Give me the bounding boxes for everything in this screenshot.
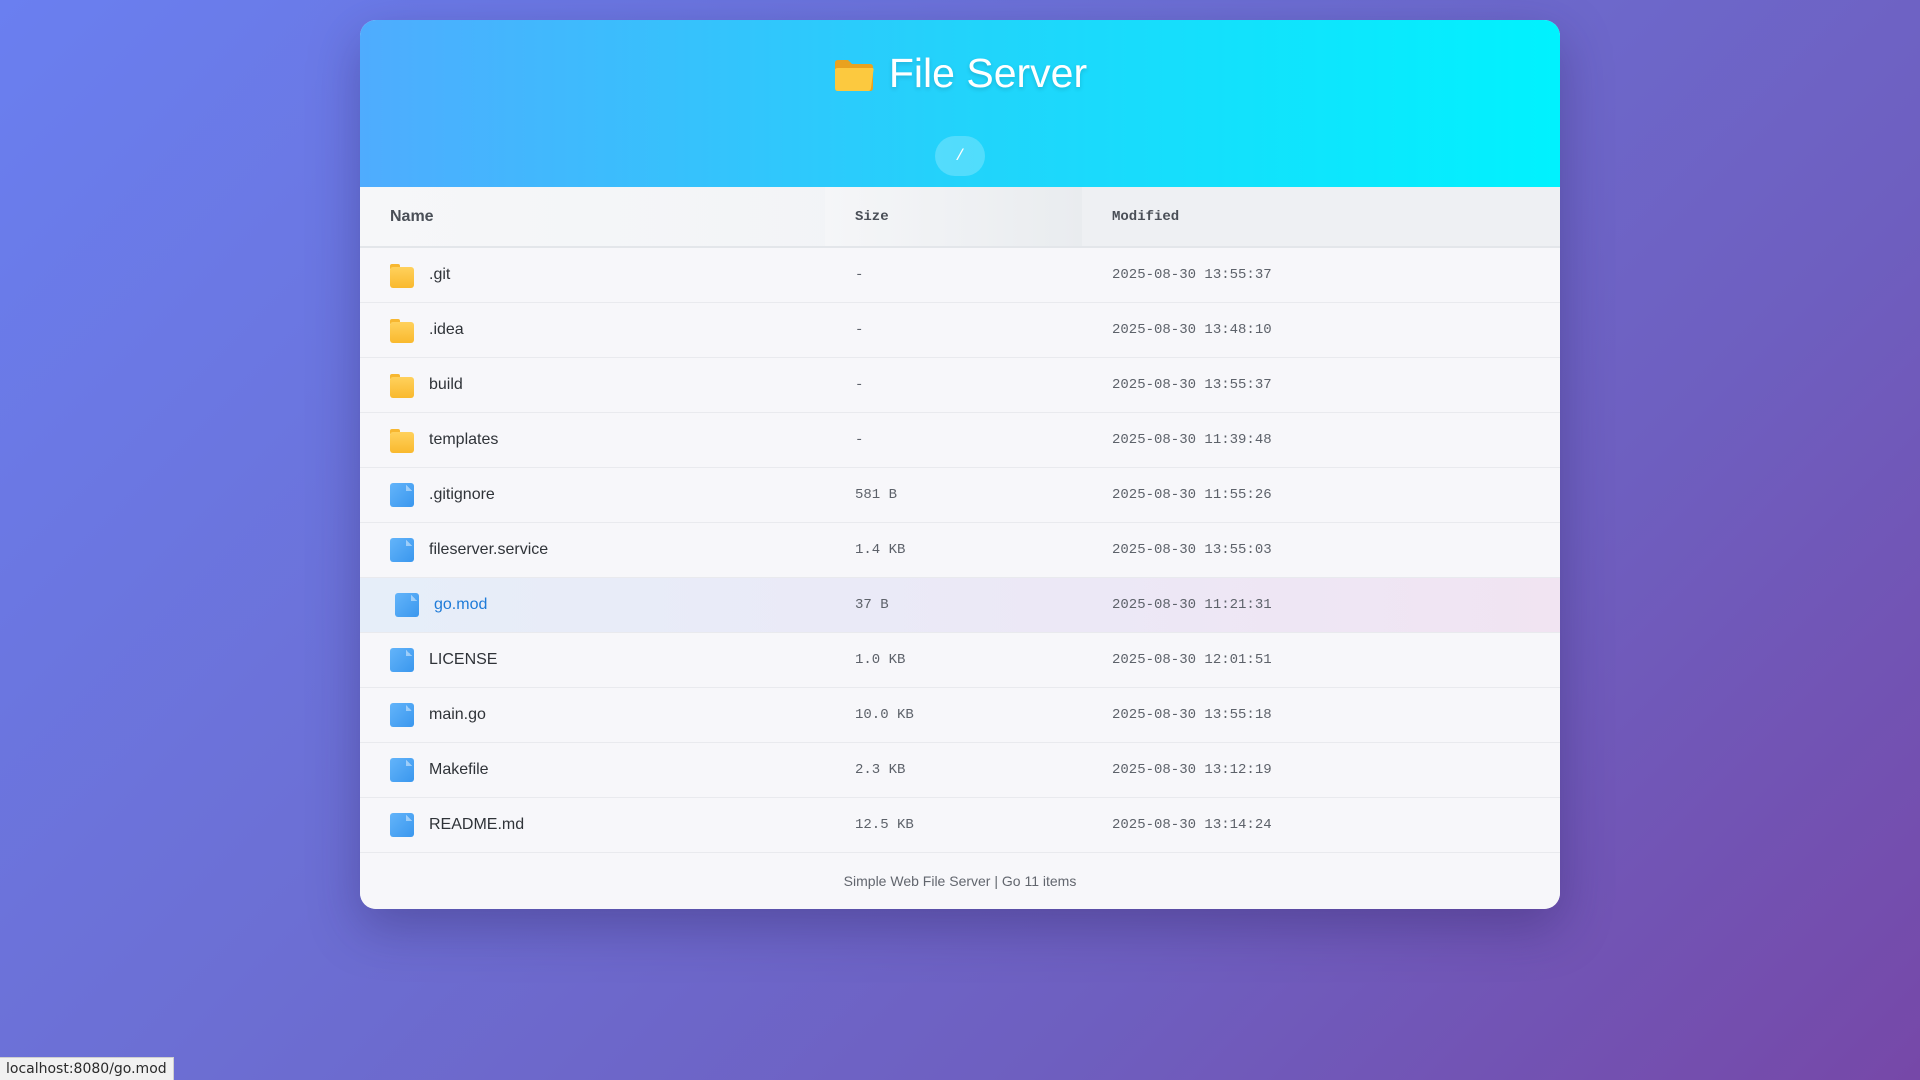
file-name-cell: .git <box>360 247 825 302</box>
table-row[interactable]: Makefile 2.3 KB 2025-08-30 13:12:19 <box>360 742 1560 797</box>
table-row[interactable]: .gitignore 581 B 2025-08-30 11:55:26 <box>360 467 1560 522</box>
file-size-cell: 1.4 KB <box>855 541 906 558</box>
folder-icon <box>390 263 414 288</box>
folder-icon <box>833 57 875 91</box>
file-name-wrap: Makefile <box>390 757 825 782</box>
file-link[interactable]: fileserver.service <box>429 541 548 559</box>
file-modified-cell: 2025-08-30 13:48:10 <box>1112 321 1272 338</box>
file-name-cell: main.go <box>360 687 825 742</box>
file-modified-cell: 2025-08-30 13:14:24 <box>1112 816 1272 833</box>
file-modified-cell: 2025-08-30 13:12:19 <box>1112 761 1272 778</box>
file-name-wrap: go.mod <box>395 592 825 617</box>
file-name-cell: fileserver.service <box>360 522 825 577</box>
file-browser-panel: File Server / Name Size Modified .git - 20… <box>360 20 1560 909</box>
file-name-cell: build <box>360 357 825 412</box>
file-icon <box>395 592 419 617</box>
file-name-wrap: .idea <box>390 318 825 343</box>
table-row[interactable]: .git - 2025-08-30 13:55:37 <box>360 247 1560 302</box>
breadcrumb[interactable]: / <box>935 136 985 176</box>
table-row[interactable]: main.go 10.0 KB 2025-08-30 13:55:18 <box>360 687 1560 742</box>
file-list: .git - 2025-08-30 13:55:37 .idea - 2025-08-30… <box>360 247 1560 852</box>
file-name-cell: go.mod <box>360 577 825 632</box>
file-link[interactable]: build <box>429 376 463 394</box>
file-link[interactable]: LICENSE <box>429 651 497 669</box>
file-modified-cell: 2025-08-30 13:55:37 <box>1112 376 1272 393</box>
table-row[interactable]: go.mod 37 B 2025-08-30 11:21:31 <box>360 577 1560 632</box>
file-size-cell: 12.5 KB <box>855 816 914 833</box>
file-link[interactable]: go.mod <box>434 596 487 614</box>
column-header-size[interactable]: Size <box>825 187 1082 247</box>
file-name-cell: README.md <box>360 797 825 852</box>
file-name-cell: .gitignore <box>360 467 825 522</box>
file-modified-cell: 2025-08-30 11:55:26 <box>1112 486 1272 503</box>
file-size-cell: 2.3 KB <box>855 761 906 778</box>
table-row[interactable]: README.md 12.5 KB 2025-08-30 13:14:24 <box>360 797 1560 852</box>
file-modified-cell: 2025-08-30 12:01:51 <box>1112 651 1272 668</box>
file-size-cell: 10.0 KB <box>855 706 914 723</box>
file-name-wrap: templates <box>390 428 825 453</box>
file-link[interactable]: README.md <box>429 816 524 834</box>
file-icon <box>390 757 414 782</box>
folder-icon <box>390 318 414 343</box>
folder-icon <box>390 373 414 398</box>
file-name-wrap: LICENSE <box>390 647 825 672</box>
file-link[interactable]: main.go <box>429 706 486 724</box>
page-title-text: File Server <box>888 50 1088 96</box>
file-link[interactable]: .gitignore <box>429 486 495 504</box>
file-name-cell: .idea <box>360 302 825 357</box>
file-name-wrap: README.md <box>390 812 825 837</box>
table-row[interactable]: fileserver.service 1.4 KB 2025-08-30 13:55… <box>360 522 1560 577</box>
column-header-name[interactable]: Name <box>360 187 825 247</box>
file-icon <box>390 812 414 837</box>
file-size-cell: 581 B <box>855 486 898 503</box>
file-link[interactable]: .git <box>429 266 450 284</box>
file-modified-cell: 2025-08-30 13:55:03 <box>1112 541 1272 558</box>
file-link[interactable]: .idea <box>429 321 464 339</box>
file-size-cell: 37 B <box>855 596 889 613</box>
file-size-cell: - <box>855 321 864 338</box>
table-row[interactable]: LICENSE 1.0 KB 2025-08-30 12:01:51 <box>360 632 1560 687</box>
file-name-wrap: fileserver.service <box>390 537 825 562</box>
file-size-cell: - <box>855 376 864 393</box>
table-row[interactable]: .idea - 2025-08-30 13:48:10 <box>360 302 1560 357</box>
column-header-modified[interactable]: Modified <box>1082 187 1560 247</box>
file-icon <box>390 702 414 727</box>
status-bar-url: localhost:8080/go.mod <box>0 1057 174 1080</box>
folder-icon <box>390 428 414 453</box>
file-size-cell: - <box>855 266 864 283</box>
header: File Server / <box>360 20 1560 187</box>
table-row[interactable]: build - 2025-08-30 13:55:37 <box>360 357 1560 412</box>
page-title: File Server <box>360 50 1560 97</box>
file-size-cell: - <box>855 431 864 448</box>
file-name-cell: templates <box>360 412 825 467</box>
file-link[interactable]: templates <box>429 431 498 449</box>
file-modified-cell: 2025-08-30 11:21:31 <box>1112 596 1272 613</box>
file-link[interactable]: Makefile <box>429 761 489 779</box>
file-modified-cell: 2025-08-30 11:39:48 <box>1112 431 1272 448</box>
file-name-cell: LICENSE <box>360 632 825 687</box>
file-modified-cell: 2025-08-30 13:55:18 <box>1112 706 1272 723</box>
file-modified-cell: 2025-08-30 13:55:37 <box>1112 266 1272 283</box>
file-icon <box>390 647 414 672</box>
file-name-wrap: build <box>390 373 825 398</box>
file-name-wrap: .git <box>390 263 825 288</box>
file-table: Name Size Modified .git - 2025-08-30 13:55… <box>360 187 1560 853</box>
file-size-cell: 1.0 KB <box>855 651 906 668</box>
file-name-wrap: main.go <box>390 702 825 727</box>
table-row[interactable]: templates - 2025-08-30 11:39:48 <box>360 412 1560 467</box>
footer: Simple Web File Server | Go 11 items <box>360 853 1560 909</box>
table-header-row: Name Size Modified <box>360 187 1560 247</box>
file-name-wrap: .gitignore <box>390 482 825 507</box>
file-name-cell: Makefile <box>360 742 825 797</box>
file-icon <box>390 482 414 507</box>
file-icon <box>390 537 414 562</box>
